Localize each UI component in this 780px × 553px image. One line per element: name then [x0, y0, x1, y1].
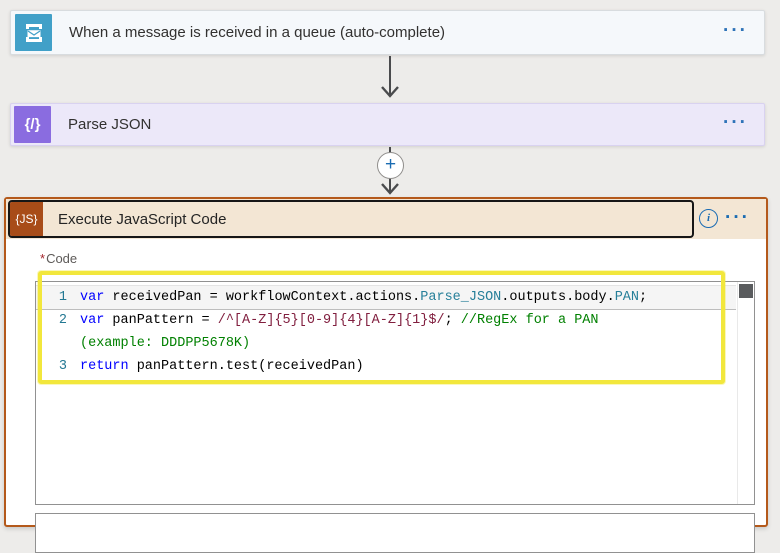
code-row: 3 return panPattern.test(receivedPan) — [36, 355, 736, 378]
execute-js-header[interactable]: {JS} Execute JavaScript Code — [8, 200, 694, 238]
execute-js-menu-button[interactable]: ··· — [721, 205, 754, 231]
insert-step-button[interactable]: + — [377, 152, 404, 179]
parse-json-title: Parse JSON — [68, 116, 152, 133]
code-field-label: *Code — [40, 251, 78, 266]
javascript-icon: {JS} — [10, 202, 43, 236]
code-line-content: (example: DDDPP5678K) — [80, 336, 251, 351]
code-line-content: var receivedPan = workflowContext.action… — [80, 290, 648, 305]
code-editor-rows: 1 var receivedPan = workflowContext.actio… — [36, 285, 736, 378]
execute-js-title: Execute JavaScript Code — [58, 210, 227, 228]
connector-arrow — [381, 56, 399, 98]
trigger-title: When a message is received in a queue (a… — [69, 24, 446, 41]
info-icon[interactable]: i — [699, 209, 718, 228]
code-row: 2 var panPattern = /^[A-Z]{5}[0-9]{4}[A-Z… — [36, 309, 736, 332]
required-marker: * — [40, 251, 46, 266]
trigger-menu-button[interactable]: ··· — [719, 17, 752, 43]
code-row: 1 var receivedPan = workflowContext.actio… — [36, 285, 736, 310]
code-editor[interactable]: 1 var receivedPan = workflowContext.actio… — [35, 281, 755, 505]
line-number — [36, 332, 67, 355]
editor-scrollbar-track — [737, 282, 738, 504]
line-number: 3 — [58, 359, 67, 374]
service-bus-queue-icon — [15, 14, 52, 51]
trigger-card[interactable]: When a message is received in a queue (a… — [10, 10, 765, 55]
code-line-content: return panPattern.test(receivedPan) — [80, 359, 364, 374]
next-parameter-box[interactable] — [35, 513, 755, 553]
line-number: 2 — [58, 313, 67, 328]
editor-scrollbar-thumb[interactable] — [739, 284, 753, 298]
execute-js-card: {JS} Execute JavaScript Code i ··· *Code… — [4, 197, 768, 553]
execute-js-header-band: {JS} Execute JavaScript Code i ··· — [6, 199, 766, 239]
parse-json-icon: {/} — [14, 106, 51, 143]
code-row: (example: DDDPP5678K) — [36, 332, 736, 355]
parse-json-menu-button[interactable]: ··· — [719, 109, 752, 135]
parse-json-card[interactable]: {/} Parse JSON ··· — [10, 103, 765, 146]
line-number: 1 — [58, 290, 67, 305]
code-line-content: var panPattern = /^[A-Z]{5}[0-9]{4}[A-Z]… — [80, 313, 599, 328]
